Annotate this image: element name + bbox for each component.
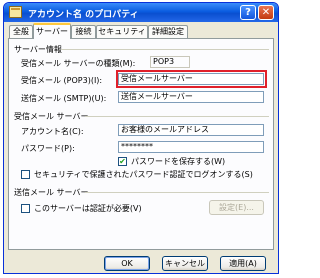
outgoing-server-label: 送信メール (SMTP)(U): xyxy=(21,94,107,103)
smtp-auth-checkbox[interactable] xyxy=(21,204,30,213)
section-divider xyxy=(85,192,269,193)
outgoing-server-input[interactable]: 送信メールサーバー xyxy=(118,91,264,103)
incoming-server-label: 受信メール (POP3)(I): xyxy=(21,76,103,85)
help-button[interactable]: ? xyxy=(240,5,256,20)
spa-label[interactable]: セキュリティで保護されたパスワード認証でログオンする(S) xyxy=(34,169,253,180)
window-title: アカウント名 のプロパティ xyxy=(28,10,139,20)
tab-advanced[interactable]: 詳細設定 xyxy=(148,25,188,38)
incoming-server-heading: 受信メール サーバー xyxy=(14,112,89,121)
cancel-button[interactable]: キャンセル xyxy=(162,256,208,271)
mail-account-icon xyxy=(9,6,22,18)
tab-general[interactable]: 全般 xyxy=(9,25,33,38)
close-button[interactable]: ✕ xyxy=(258,5,274,20)
spa-checkbox[interactable] xyxy=(21,170,30,179)
annotation-highlight xyxy=(116,70,267,88)
settings-button[interactable]: 設定(E)... xyxy=(209,200,264,215)
ok-button[interactable]: OK xyxy=(104,256,150,271)
section-divider xyxy=(61,49,269,50)
title-bar: アカウント名 のプロパティ ? ✕ xyxy=(4,3,278,22)
password-label: パスワード(P): xyxy=(21,144,75,153)
incoming-type-field: POP3 xyxy=(150,56,190,68)
section-divider xyxy=(85,116,269,117)
account-name-label: アカウント名(C): xyxy=(21,127,84,136)
apply-button[interactable]: 適用(A) xyxy=(220,256,266,271)
server-info-heading: サーバー情報 xyxy=(14,45,62,54)
tab-connection[interactable]: 接続 xyxy=(71,25,96,38)
password-input[interactable]: ******** xyxy=(118,141,264,153)
server-tab-panel: サーバー情報 受信メール サーバーの種類(M): POP3 受信メール (POP… xyxy=(8,38,274,250)
outgoing-server-heading: 送信メール サーバー xyxy=(14,188,89,197)
tab-server[interactable]: サーバー xyxy=(33,23,71,39)
tab-security[interactable]: セキュリティ xyxy=(96,25,148,38)
remember-password-label[interactable]: パスワードを保存する(W) xyxy=(131,156,225,167)
incoming-type-label: 受信メール サーバーの種類(M): xyxy=(21,59,136,68)
smtp-auth-label[interactable]: このサーバーは認証が必要(V) xyxy=(34,203,142,214)
remember-password-checkbox[interactable]: ✔ xyxy=(118,157,127,166)
account-name-input[interactable]: お客様のメールアドレス xyxy=(118,124,264,136)
properties-dialog: アカウント名 のプロパティ ? ✕ 全般 サーバー 接続 セキュリティ 詳細設定… xyxy=(3,2,279,274)
